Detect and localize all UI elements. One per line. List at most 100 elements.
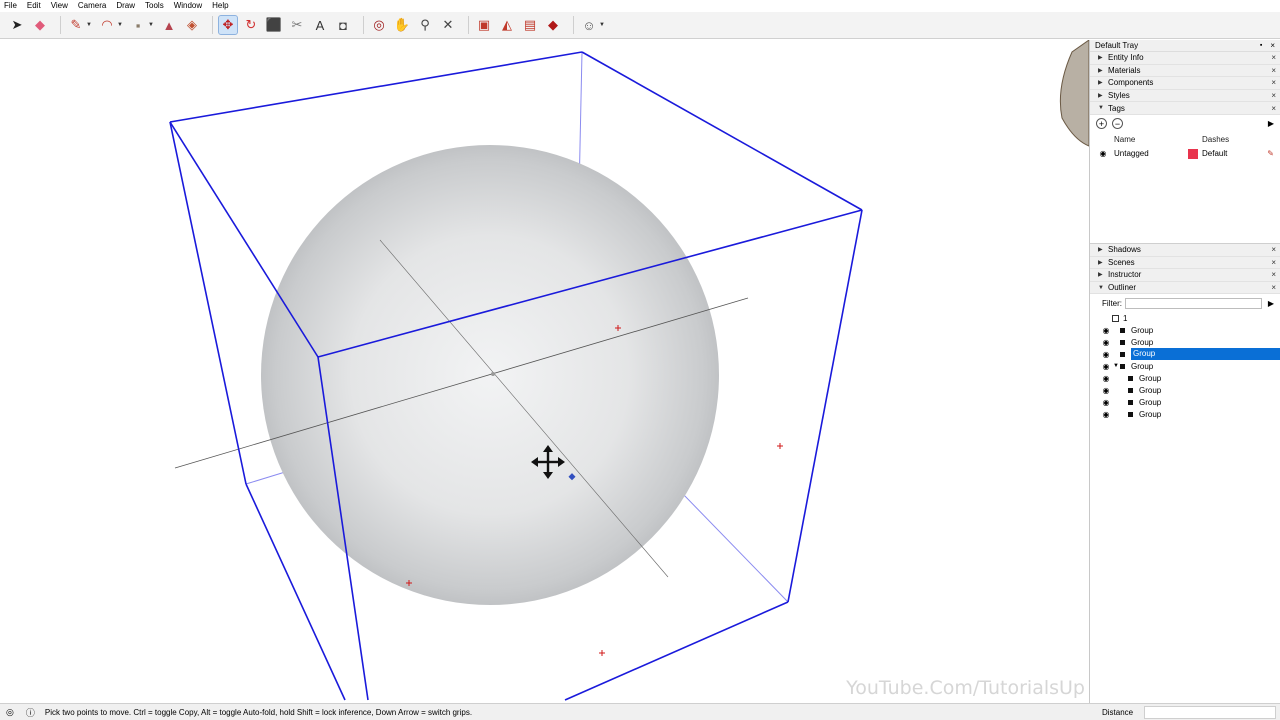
info-icon[interactable]: ⓘ: [26, 706, 35, 719]
rectangle-icon: ▪: [135, 17, 141, 33]
send-to-layout-button[interactable]: ▤: [521, 16, 539, 34]
filter-input[interactable]: [1125, 297, 1262, 309]
close-icon[interactable]: ×: [1270, 41, 1275, 50]
close-icon[interactable]: ×: [1271, 258, 1276, 267]
tag-color-swatch[interactable]: [1188, 148, 1198, 159]
panel-label: Scenes: [1108, 257, 1135, 267]
visibility-eye-icon[interactable]: ◉: [1100, 374, 1112, 383]
visibility-eye-icon[interactable]: ◉: [1100, 410, 1112, 419]
menu-camera[interactable]: Camera: [78, 0, 106, 12]
tag-dashes[interactable]: Default: [1202, 149, 1267, 158]
orbit-tool-button[interactable]: ◎: [370, 16, 388, 34]
chevron-down-icon: ▼: [1098, 284, 1104, 291]
tag-row[interactable]: ◉ Untagged Default ✎: [1096, 147, 1274, 161]
outliner-row[interactable]: ◉ Group: [1090, 384, 1280, 396]
menu-window[interactable]: Window: [174, 0, 202, 12]
group-icon: [1120, 363, 1125, 369]
outliner-row[interactable]: ◉ Group: [1090, 336, 1280, 348]
panel-instructor[interactable]: ▶ Instructor ×: [1090, 269, 1280, 282]
panel-styles[interactable]: ▶ Styles ×: [1090, 89, 1280, 103]
panel-outliner[interactable]: ▼ Outliner ×: [1090, 281, 1280, 295]
close-icon[interactable]: ×: [1271, 270, 1276, 279]
tape-measure-tool-button[interactable]: ✂: [288, 16, 306, 34]
ruby-icon: ◆: [548, 17, 558, 32]
outliner-row[interactable]: ◉ Group: [1090, 348, 1280, 361]
visibility-eye-icon[interactable]: ◉: [1100, 326, 1112, 335]
menu-view[interactable]: View: [51, 0, 68, 12]
visibility-eye-icon[interactable]: ◉: [1100, 350, 1112, 359]
outliner-row[interactable]: ◉ Group: [1090, 396, 1280, 408]
menu-file[interactable]: File: [4, 0, 17, 12]
arc-tool-button[interactable]: ◠: [98, 16, 116, 34]
close-icon[interactable]: ×: [1271, 78, 1276, 87]
panel-tags[interactable]: ▼ Tags ×: [1090, 102, 1280, 115]
default-tray: Default Tray ▪ × ▶ Entity Info × ▶ Materials…: [1089, 40, 1280, 703]
outliner-row[interactable]: ◉ Group: [1090, 372, 1280, 384]
panel-components[interactable]: ▶ Components ×: [1090, 77, 1280, 90]
chevron-down-icon[interactable]: ▼: [86, 16, 92, 34]
visibility-eye-icon[interactable]: ◉: [1100, 398, 1112, 407]
panel-entity-info[interactable]: ▶ Entity Info ×: [1090, 52, 1280, 65]
visibility-eye-icon[interactable]: ◉: [1100, 362, 1112, 371]
extension-manager-button[interactable]: ◆: [544, 16, 562, 34]
menu-draw[interactable]: Draw: [116, 0, 135, 12]
pencil-icon[interactable]: ✎: [1267, 149, 1274, 158]
panel-label: Tags: [1108, 103, 1125, 113]
menu-tools[interactable]: Tools: [145, 0, 164, 12]
scale-tool-button[interactable]: ⬛: [265, 16, 283, 34]
shapes-tool-button[interactable]: ▪: [129, 16, 147, 34]
select-tool-button[interactable]: ➤: [8, 16, 26, 34]
visibility-eye-icon[interactable]: ◉: [1096, 149, 1110, 158]
warehouse-icon: ▣: [477, 17, 491, 32]
close-icon[interactable]: ×: [1271, 104, 1276, 113]
close-icon[interactable]: ×: [1271, 245, 1276, 254]
zoom-tool-button[interactable]: ⚲: [416, 16, 434, 34]
chevron-down-icon[interactable]: ▼: [599, 16, 605, 34]
menu-help[interactable]: Help: [212, 0, 228, 12]
panel-shadows[interactable]: ▶ Shadows ×: [1090, 243, 1280, 257]
rotate-tool-button[interactable]: ↻: [242, 16, 260, 34]
chevron-down-icon[interactable]: ▼: [148, 16, 154, 34]
eraser-tool-button[interactable]: ◆: [31, 16, 49, 34]
chevron-right-icon: ▶: [1098, 247, 1103, 254]
panel-materials[interactable]: ▶ Materials ×: [1090, 64, 1280, 78]
3d-warehouse-button[interactable]: ▣: [475, 16, 493, 34]
tag-name: Untagged: [1114, 149, 1149, 159]
measurements-input[interactable]: [1144, 705, 1276, 719]
add-tag-icon[interactable]: +: [1096, 118, 1107, 130]
offset-tool-button[interactable]: ◈: [183, 16, 201, 34]
push-pull-tool-button[interactable]: ▲: [160, 16, 178, 34]
geo-location-icon[interactable]: ◎: [6, 707, 14, 718]
outliner-root[interactable]: 1: [1090, 312, 1280, 324]
move-tool-button[interactable]: ✥: [218, 15, 238, 35]
expand-arrow-icon[interactable]: ▼: [1112, 363, 1120, 369]
pin-icon[interactable]: ▪: [1260, 42, 1262, 49]
panel-scenes[interactable]: ▶ Scenes ×: [1090, 256, 1280, 270]
close-icon[interactable]: ×: [1271, 66, 1276, 75]
outliner-row[interactable]: ◉ Group: [1090, 408, 1280, 420]
line-tool-button[interactable]: ✎: [67, 16, 85, 34]
details-arrow-icon[interactable]: ▶: [1268, 299, 1274, 308]
chevron-down-icon[interactable]: ▼: [117, 16, 123, 34]
origin-point: [491, 372, 495, 376]
details-arrow-icon[interactable]: ▶: [1268, 119, 1274, 128]
pan-tool-button[interactable]: ✋: [393, 16, 411, 34]
visibility-eye-icon[interactable]: ◉: [1100, 386, 1112, 395]
outliner-row[interactable]: ◉ ▼ Group: [1090, 360, 1280, 372]
close-icon[interactable]: ×: [1271, 91, 1276, 100]
paint-bucket-tool-button[interactable]: ◘: [334, 16, 352, 34]
outliner-row[interactable]: ◉ Group: [1090, 324, 1280, 336]
user-account-button[interactable]: ☺: [580, 16, 598, 34]
modeling-viewport[interactable]: YouTube.Com/TutorialsUp: [0, 40, 1089, 703]
rotate-icon: ↻: [245, 17, 257, 32]
text-tool-button[interactable]: A: [311, 16, 329, 34]
close-icon[interactable]: ×: [1271, 283, 1276, 292]
menu-edit[interactable]: Edit: [27, 0, 41, 12]
sphere[interactable]: [261, 145, 719, 605]
zoom-extents-tool-button[interactable]: ✕: [439, 16, 457, 34]
extension-warehouse-button[interactable]: ◭: [498, 16, 516, 34]
scene-canvas[interactable]: [0, 40, 1089, 703]
visibility-eye-icon[interactable]: ◉: [1100, 338, 1112, 347]
close-icon[interactable]: ×: [1271, 53, 1276, 62]
delete-tag-icon[interactable]: −: [1112, 118, 1123, 130]
